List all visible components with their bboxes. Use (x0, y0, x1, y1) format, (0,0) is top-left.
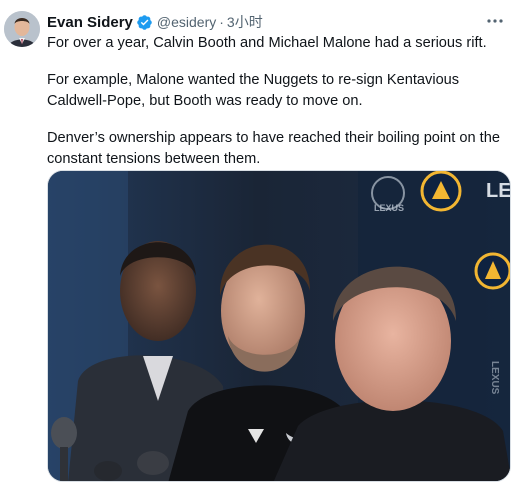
author-handle[interactable]: @esidery (157, 14, 216, 30)
backdrop-brand-left: LEXUS (374, 203, 404, 213)
verified-badge-icon (136, 14, 153, 31)
tweet-paragraph: Denver’s ownership appears to have reach… (47, 130, 500, 167)
press-conference-photo: LEX LEXUS LEXUS (48, 171, 511, 481)
avatar[interactable] (4, 11, 40, 47)
separator-dot: · (219, 14, 224, 30)
tweet-text: For over a year, Calvin Booth and Michae… (47, 33, 507, 186)
backdrop-text-right: LEXUS (489, 361, 500, 395)
backdrop-text-top: LEX (486, 180, 511, 202)
tweet-paragraph: For example, Malone wanted the Nuggets t… (47, 72, 460, 109)
tweet-timestamp[interactable]: 3小时 (227, 12, 263, 32)
tweet-media-image[interactable]: LEX LEXUS LEXUS (47, 170, 511, 482)
tweet[interactable]: Evan Sidery @esidery · 3小时 For over a ye… (0, 0, 518, 482)
tweet-header: Evan Sidery @esidery · 3小时 (47, 12, 263, 32)
author-name[interactable]: Evan Sidery (47, 14, 133, 31)
avatar-image (4, 11, 40, 47)
more-options-icon[interactable] (484, 11, 506, 31)
tweet-paragraph: For over a year, Calvin Booth and Michae… (47, 35, 487, 51)
